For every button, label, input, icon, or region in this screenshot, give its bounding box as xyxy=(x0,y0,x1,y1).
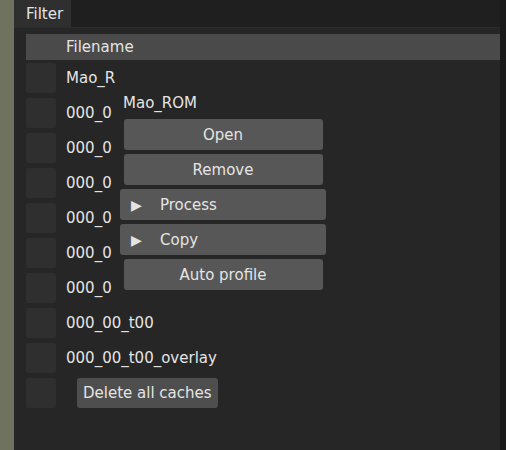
row-checkbox[interactable] xyxy=(26,98,56,128)
footer-row: Delete all caches xyxy=(26,375,500,410)
row-checkbox[interactable] xyxy=(26,343,56,373)
filename[interactable]: 000_0 xyxy=(66,139,112,157)
filename[interactable]: 000_0 xyxy=(66,209,112,227)
menu-item[interactable]: Remove xyxy=(124,154,323,185)
table-row[interactable]: 000_00_t00_overlay xyxy=(26,340,500,375)
expand-arrow-icon[interactable]: ▶ xyxy=(131,232,160,248)
filter-bar: Filter xyxy=(14,0,500,28)
filter-label[interactable]: Filter xyxy=(14,0,71,27)
menu-item-label[interactable]: Copy xyxy=(160,231,198,249)
row-checkbox[interactable] xyxy=(26,63,56,93)
row-checkbox[interactable] xyxy=(26,238,56,268)
filename[interactable]: 000_0 xyxy=(66,244,112,262)
menu-item-label[interactable]: Process xyxy=(160,196,217,214)
menu-item-label[interactable]: Open xyxy=(203,126,243,144)
footer-checkbox[interactable] xyxy=(26,378,56,408)
menu-item-label[interactable]: Remove xyxy=(193,161,254,179)
row-checkbox[interactable] xyxy=(26,168,56,198)
table-row[interactable]: 000_00_t00 xyxy=(26,305,500,340)
filename[interactable]: 000_0 xyxy=(66,279,112,297)
menu-title: Mao_ROM xyxy=(123,93,197,113)
menu-item[interactable]: Open xyxy=(124,119,323,150)
context-menu: Mao_ROMOpenRemove▶Process▶CopyAuto profi… xyxy=(114,88,332,296)
filename[interactable]: 000_0 xyxy=(66,174,112,192)
row-checkbox[interactable] xyxy=(26,203,56,233)
menu-item[interactable]: ▶Copy xyxy=(120,224,326,255)
filename[interactable]: 000_0 xyxy=(66,104,112,122)
filename[interactable]: 000_00_t00_overlay xyxy=(66,349,217,367)
menu-item[interactable]: ▶Process xyxy=(120,189,326,220)
filename[interactable]: 000_00_t00 xyxy=(66,314,154,332)
column-header[interactable]: Filename xyxy=(66,38,134,56)
background-photo xyxy=(0,0,14,450)
row-checkbox[interactable] xyxy=(26,133,56,163)
row-checkbox[interactable] xyxy=(26,308,56,338)
table-header: Filename xyxy=(26,34,500,60)
menu-item-label[interactable]: Auto profile xyxy=(180,266,267,284)
menu-item[interactable]: Auto profile xyxy=(124,259,323,290)
delete-caches-button[interactable]: Delete all caches xyxy=(77,378,218,408)
filename[interactable]: Mao_R xyxy=(66,69,115,87)
expand-arrow-icon[interactable]: ▶ xyxy=(131,197,160,213)
row-checkbox[interactable] xyxy=(26,273,56,303)
